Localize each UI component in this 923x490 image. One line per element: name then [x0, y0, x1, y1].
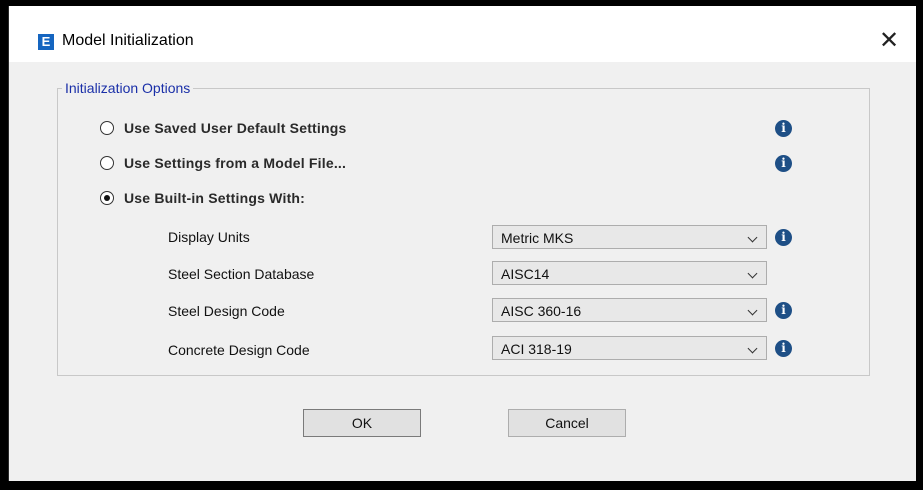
radio-label: Use Saved User Default Settings — [124, 120, 347, 136]
dropdown-value: AISC 360-16 — [501, 303, 582, 319]
dialog-title: Model Initialization — [62, 32, 194, 49]
info-icon[interactable]: i — [775, 340, 792, 357]
radio-button[interactable] — [100, 121, 114, 135]
radio-saved-user-defaults[interactable]: Use Saved User Default Settings — [100, 118, 347, 138]
radio-built-in-settings[interactable]: Use Built-in Settings With: — [100, 188, 305, 208]
app-icon: E — [38, 34, 54, 50]
radio-label: Use Settings from a Model File... — [124, 155, 347, 171]
concrete-design-code-dropdown[interactable]: ACI 318-19 — [492, 336, 767, 360]
chevron-down-icon — [747, 343, 758, 354]
dropdown-value: Metric MKS — [501, 230, 574, 246]
cancel-button[interactable]: Cancel — [508, 409, 626, 437]
info-icon[interactable]: i — [775, 302, 792, 319]
steel-section-database-label: Steel Section Database — [168, 266, 315, 282]
info-icon[interactable]: i — [775, 155, 792, 172]
display-units-dropdown[interactable]: Metric MKS — [492, 225, 767, 249]
radio-button[interactable] — [100, 156, 114, 170]
radio-settings-from-model-file[interactable]: Use Settings from a Model File... — [100, 153, 346, 173]
concrete-design-code-label: Concrete Design Code — [168, 342, 310, 358]
display-units-label: Display Units — [168, 229, 250, 245]
group-label: Initialization Options — [62, 80, 194, 96]
info-icon[interactable]: i — [775, 120, 792, 137]
radio-label: Use Built-in Settings With: — [124, 190, 306, 206]
chevron-down-icon — [747, 305, 758, 316]
title-bar: E Model Initialization ✕ — [9, 6, 916, 62]
dropdown-value: AISC14 — [501, 266, 550, 282]
radio-button-selected[interactable] — [100, 191, 114, 205]
steel-design-code-label: Steel Design Code — [168, 303, 285, 319]
steel-section-database-dropdown[interactable]: AISC14 — [492, 261, 767, 285]
steel-design-code-dropdown[interactable]: AISC 360-16 — [492, 298, 767, 322]
ok-button[interactable]: OK — [303, 409, 421, 437]
dropdown-value: ACI 318-19 — [501, 341, 572, 357]
info-icon[interactable]: i — [775, 229, 792, 246]
chevron-down-icon — [747, 268, 758, 279]
chevron-down-icon — [747, 232, 758, 243]
close-icon[interactable]: ✕ — [869, 24, 909, 58]
